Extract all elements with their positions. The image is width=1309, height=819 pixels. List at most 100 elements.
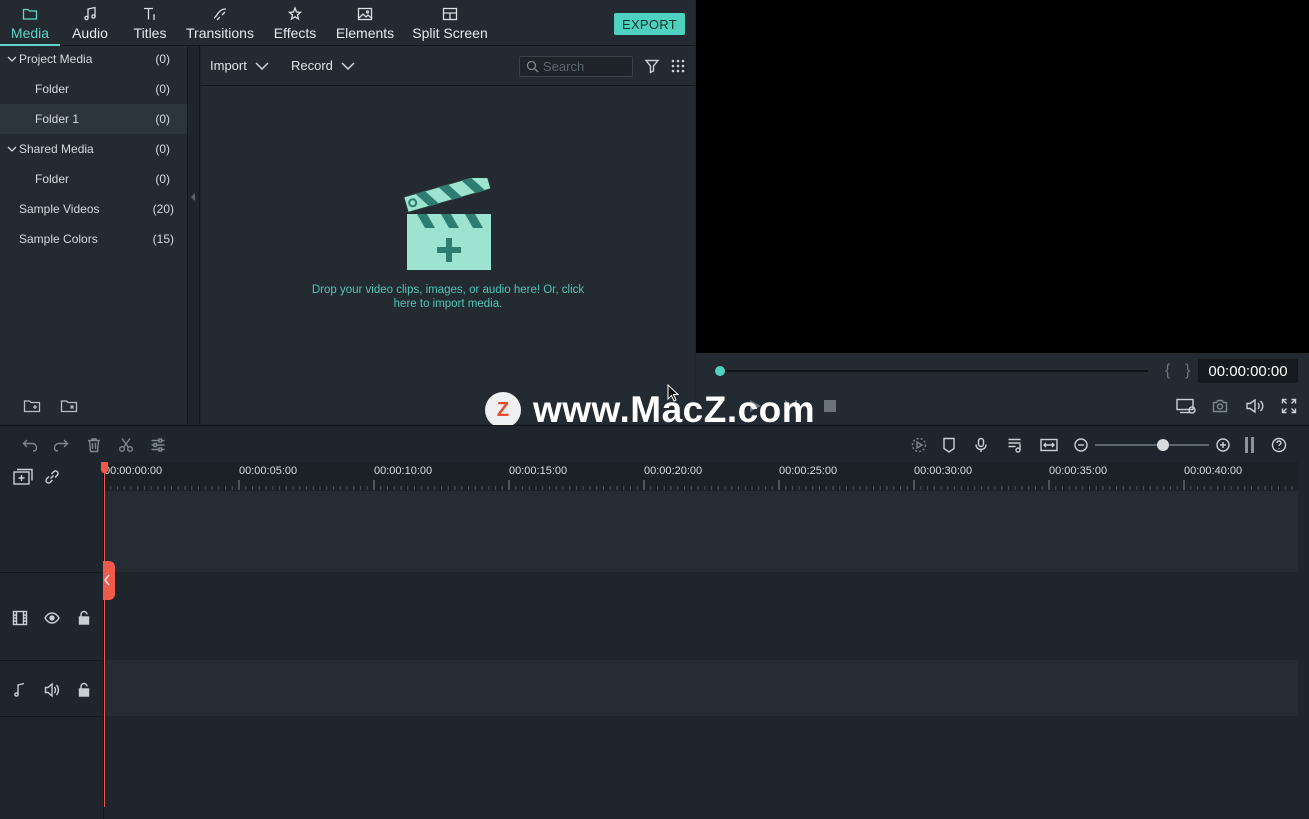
render-icon[interactable] <box>911 437 927 453</box>
transition-icon <box>213 7 227 20</box>
tree-item-sample-colors[interactable]: Sample Colors (15) <box>0 224 187 254</box>
tab-split-screen[interactable]: Split Screen <box>408 0 492 46</box>
tree-item-label: Folder <box>35 172 70 186</box>
playhead-line[interactable] <box>104 462 105 807</box>
timeline-video-track[interactable] <box>104 572 1298 660</box>
zoom-in-icon[interactable] <box>1215 437 1231 453</box>
tab-effects[interactable]: Effects <box>266 0 324 46</box>
eye-icon[interactable] <box>44 610 60 626</box>
redo-icon[interactable] <box>53 437 69 453</box>
search-icon <box>526 60 539 73</box>
track-headers <box>0 462 104 819</box>
snapshot-icon[interactable] <box>1212 398 1228 414</box>
tab-effects-label: Effects <box>273 24 317 41</box>
delete-folder-icon[interactable] <box>60 397 78 415</box>
adjust-icon[interactable] <box>150 437 166 453</box>
tab-transitions-label: Transitions <box>186 24 254 41</box>
fit-timeline-icon[interactable] <box>1040 437 1058 453</box>
preview-progress-track[interactable] <box>720 370 1148 372</box>
microphone-icon[interactable] <box>973 437 989 453</box>
playhead-handle[interactable] <box>101 462 108 473</box>
grid-view-icon[interactable] <box>670 58 686 74</box>
import-dropdown[interactable]: Import <box>210 58 269 73</box>
lock-icon[interactable] <box>76 682 92 698</box>
tab-elements[interactable]: Elements <box>332 0 398 46</box>
collapse-arrow-icon[interactable] <box>190 192 196 202</box>
tab-media-label: Media <box>10 24 50 41</box>
tree-item-label: Sample Colors <box>19 232 98 246</box>
render-preview-icon[interactable] <box>1176 398 1196 414</box>
tree-item-label: Folder <box>35 82 70 96</box>
tree-item-count: (0) <box>155 112 170 126</box>
chevron-left-icon <box>104 574 110 586</box>
audio-meter-icon[interactable] <box>1244 436 1256 454</box>
fullscreen-icon[interactable] <box>1281 398 1297 414</box>
tab-split-screen-label: Split Screen <box>412 24 488 41</box>
export-button[interactable]: EXPORT <box>614 13 685 35</box>
playhead-track-tab[interactable] <box>103 561 115 600</box>
zoom-slider-knob[interactable] <box>1157 439 1169 451</box>
media-toolbar: Import Record <box>201 46 695 86</box>
marker-icon[interactable] <box>941 437 957 453</box>
zoom-slider-track[interactable] <box>1095 444 1209 446</box>
timeline-track-1[interactable] <box>104 491 1298 572</box>
tree-item-shared-media[interactable]: Shared Media (0) <box>0 134 187 164</box>
tab-audio[interactable]: Audio <box>62 0 118 46</box>
record-label: Record <box>291 58 333 73</box>
new-folder-icon[interactable] <box>23 397 41 415</box>
ruler-label: 00:00:30:00 <box>914 465 973 477</box>
record-dropdown[interactable]: Record <box>291 58 355 73</box>
mark-out-icon[interactable]: } <box>1185 362 1190 380</box>
link-icon[interactable] <box>43 468 61 486</box>
voiceover-list-icon[interactable] <box>1007 437 1023 453</box>
media-drop-area[interactable]: Drop your video clips, images, or audio … <box>201 86 695 424</box>
tree-item-count: (20) <box>152 202 174 216</box>
tab-transitions[interactable]: Transitions <box>182 0 258 46</box>
watermark-logo: Z <box>485 392 521 428</box>
ruler-label: 00:00:20:00 <box>644 465 703 477</box>
tree-item-count: (0) <box>155 172 170 186</box>
tab-media[interactable]: Media <box>0 0 60 46</box>
volume-icon[interactable] <box>1245 398 1265 414</box>
text-icon <box>144 7 155 20</box>
tree-item-count: (0) <box>155 52 170 66</box>
tree-item-project-media[interactable]: Project Media (0) <box>0 44 187 74</box>
ruler-label: 00:00:25:00 <box>779 465 838 477</box>
zoom-out-icon[interactable] <box>1073 437 1089 453</box>
mark-in-icon[interactable]: { <box>1165 362 1170 380</box>
tree-item-label: Project Media <box>19 52 93 66</box>
filter-icon[interactable] <box>644 58 660 74</box>
video-track-icon <box>12 610 28 626</box>
chevron-down-icon[interactable] <box>7 54 17 64</box>
add-track-icon[interactable] <box>13 468 33 486</box>
drop-instruction-text[interactable]: Drop your video clips, images, or audio … <box>301 283 595 311</box>
ruler-label: 00:00:40:00 <box>1184 465 1243 477</box>
help-icon[interactable] <box>1271 437 1287 453</box>
speaker-icon[interactable] <box>44 682 60 698</box>
search-input[interactable] <box>543 59 629 74</box>
folder-icon <box>22 8 38 20</box>
tree-item-shared-folder[interactable]: Folder (0) <box>0 164 187 194</box>
preview-viewer[interactable] <box>696 0 1309 353</box>
delete-icon[interactable] <box>86 437 102 453</box>
timeline-audio-track[interactable] <box>104 660 1298 716</box>
tree-item-sample-videos[interactable]: Sample Videos (20) <box>0 194 187 224</box>
undo-icon[interactable] <box>22 437 38 453</box>
tree-item-folder-1[interactable]: Folder 1 (0) <box>0 104 187 134</box>
tab-titles[interactable]: Titles <box>124 0 176 46</box>
chevron-down-icon[interactable] <box>7 144 17 154</box>
tree-item-label: Shared Media <box>19 142 94 156</box>
panel-splitter[interactable] <box>188 46 200 424</box>
cut-icon[interactable] <box>118 437 134 453</box>
mouse-cursor-icon <box>667 384 679 402</box>
lock-icon[interactable] <box>76 610 92 626</box>
import-label: Import <box>210 58 247 73</box>
clapperboard-import-icon[interactable] <box>403 178 495 274</box>
tree-item-count: (15) <box>152 232 174 246</box>
search-box[interactable] <box>519 56 633 77</box>
stop-icon[interactable] <box>822 398 838 414</box>
chevron-down-icon <box>341 61 355 70</box>
preview-progress-knob[interactable] <box>715 366 725 376</box>
tree-item-folder[interactable]: Folder (0) <box>0 74 187 104</box>
preview-timecode: 00:00:00:00 <box>1198 359 1298 383</box>
